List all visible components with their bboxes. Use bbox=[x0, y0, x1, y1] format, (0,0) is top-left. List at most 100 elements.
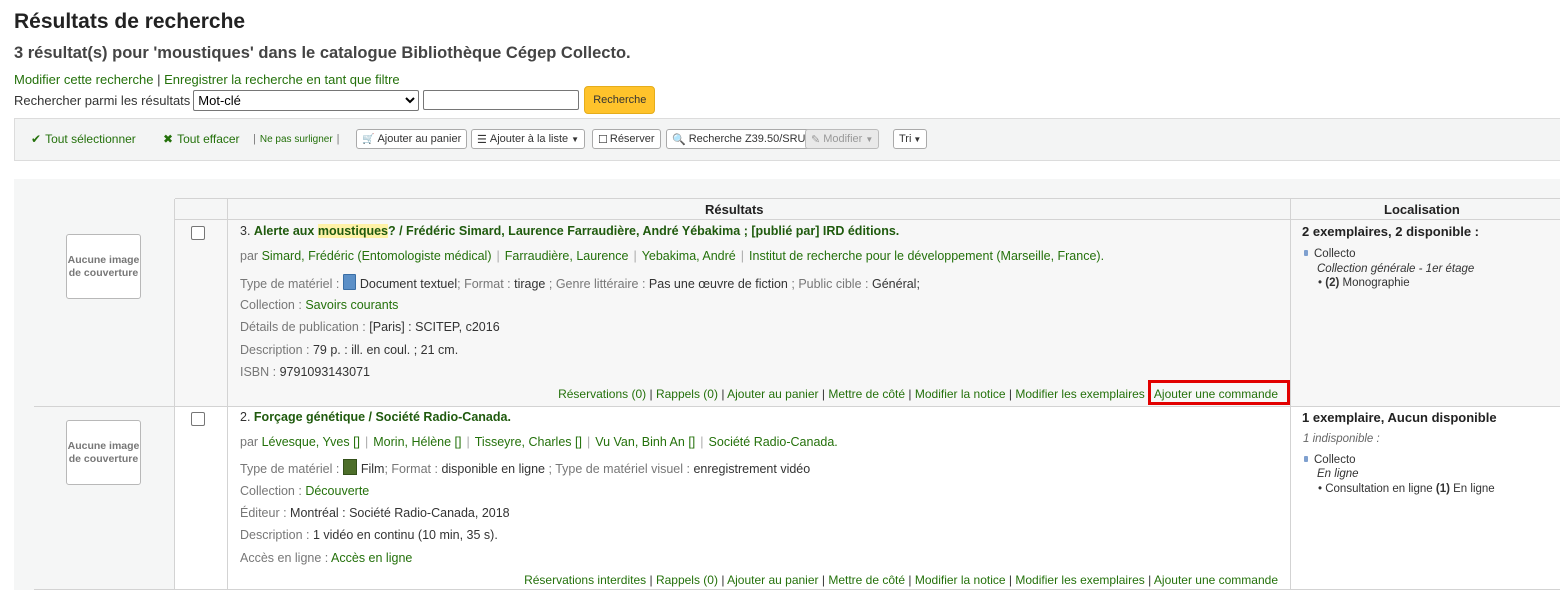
holds-link[interactable]: Réservations (0) bbox=[558, 387, 646, 401]
material-value: Document textuel bbox=[359, 277, 458, 291]
by-label: par bbox=[240, 435, 259, 449]
collection-label: Collection : bbox=[240, 298, 302, 312]
select-record-checkbox[interactable] bbox=[191, 412, 205, 426]
separator: | bbox=[1148, 573, 1152, 587]
item-status: En ligne bbox=[1453, 483, 1495, 495]
select-record-checkbox[interactable] bbox=[191, 226, 205, 240]
publication-value: [Paris] : SCITEP, c2016 bbox=[369, 320, 500, 334]
online-access-link[interactable]: Accès en ligne bbox=[331, 551, 412, 565]
title-part: ? / Frédéric Simard, Laurence Farraudièr… bbox=[388, 224, 900, 238]
item-count: (1) bbox=[1435, 483, 1450, 495]
set-aside-link[interactable]: Mettre de côté bbox=[828, 387, 905, 401]
edit-record-link[interactable]: Modifier la notice bbox=[915, 573, 1006, 587]
sort-button[interactable]: Tri ▼ bbox=[893, 129, 928, 149]
author-link[interactable]: Société Radio-Canada. bbox=[709, 435, 838, 449]
search-button[interactable]: Recherche bbox=[584, 86, 656, 114]
column-header-results: Résultats bbox=[705, 202, 764, 217]
add-to-cart-label: Ajouter au panier bbox=[377, 133, 462, 145]
material-line: Type de matériel : Document textuel; For… bbox=[240, 274, 920, 291]
location-item-type: • (2) Monographie bbox=[1318, 277, 1410, 289]
reserve-button[interactable]: ☐ Réserver bbox=[592, 129, 661, 149]
add-to-list-label: Ajouter à la liste bbox=[489, 133, 569, 145]
set-aside-link[interactable]: Mettre de côté bbox=[828, 573, 905, 587]
collection-link[interactable]: Découverte bbox=[305, 484, 369, 498]
format-value: disponible en ligne bbox=[441, 462, 545, 476]
record-title-line: 2. Forçage génétique / Société Radio-Can… bbox=[240, 410, 511, 424]
description-value: 1 vidéo en continu (10 min, 35 s). bbox=[312, 528, 498, 542]
holds-link[interactable]: Réservations interdites bbox=[524, 573, 646, 587]
square-icon: ☐ bbox=[598, 133, 608, 146]
recalls-link[interactable]: Rappels (0) bbox=[656, 387, 718, 401]
add-to-list-button[interactable]: ☰ Ajouter à la liste ▼ bbox=[471, 129, 586, 149]
modify-search-link[interactable]: Modifier cette recherche bbox=[14, 72, 153, 87]
title-highlight: moustiques bbox=[317, 224, 388, 238]
description-line: Description : 79 p. : ill. en coul. ; 21… bbox=[240, 343, 458, 357]
author-link[interactable]: Institut de recherche pour le développem… bbox=[749, 249, 1104, 263]
no-highlight-link[interactable]: Ne pas surligner bbox=[260, 134, 333, 145]
collection-line: Collection : Découverte bbox=[240, 484, 369, 498]
separator: | bbox=[649, 573, 653, 587]
add-to-cart-button[interactable]: 🛒 Ajouter au panier bbox=[356, 129, 468, 149]
material-label: Type de matériel : bbox=[240, 462, 340, 476]
author-link[interactable]: Morin, Hélène [] bbox=[373, 435, 461, 449]
save-filter-link[interactable]: Enregistrer la recherche en tant que fil… bbox=[164, 72, 400, 87]
index-select[interactable]: Mot-clé bbox=[193, 89, 420, 111]
online-access-label: Accès en ligne : bbox=[240, 551, 329, 565]
z3950-search-button[interactable]: 🔍 Recherche Z39.50/SRU bbox=[666, 129, 812, 149]
z3950-label: Recherche Z39.50/SRU bbox=[688, 133, 806, 145]
edit-record-link[interactable]: Modifier la notice bbox=[915, 387, 1006, 401]
cart-icon: 🛒 bbox=[362, 133, 375, 145]
publisher-value: Montréal : Société Radio-Canada, 2018 bbox=[290, 506, 510, 520]
search-links: Modifier cette recherche | Enregistrer l… bbox=[14, 72, 400, 87]
caret-down-icon: ▼ bbox=[571, 134, 580, 144]
record-title-line: 3. Alerte aux moustiques? / Frédéric Sim… bbox=[240, 224, 899, 238]
location-item-type: • Consultation en ligne (1) En ligne bbox=[1318, 483, 1495, 495]
author-link[interactable]: Farraudière, Laurence bbox=[505, 249, 629, 263]
search-icon: 🔍 bbox=[672, 133, 686, 146]
separator: | bbox=[740, 249, 745, 263]
record-actions: Réservations interdites | Rappels (0) | … bbox=[524, 573, 1278, 587]
online-access-line: Accès en ligne : Accès en ligne bbox=[240, 551, 412, 565]
separator: | bbox=[649, 387, 653, 401]
availability-summary: 1 exemplaire, Aucun disponible bbox=[1302, 410, 1497, 425]
separator: | bbox=[700, 435, 704, 449]
author-link[interactable]: Lévesque, Yves [] bbox=[262, 435, 360, 449]
location-shelf: Collection générale - 1er étage bbox=[1317, 263, 1475, 275]
caret-down-icon: ▼ bbox=[865, 134, 874, 144]
availability-summary: 2 exemplaires, 2 disponible : bbox=[1302, 224, 1479, 239]
record-title-link[interactable]: Forçage génétique / Société Radio-Canada… bbox=[254, 410, 511, 424]
record-number: 3. bbox=[240, 224, 251, 238]
description-label: Description : bbox=[240, 528, 310, 542]
separator: | bbox=[1008, 387, 1013, 401]
results-toolbar: ✔ Tout sélectionner ✖ Tout effacer | Ne … bbox=[14, 118, 1560, 161]
select-all-button[interactable]: ✔ Tout sélectionner bbox=[31, 129, 136, 149]
edit-items-link[interactable]: Modifier les exemplaires bbox=[1015, 387, 1144, 401]
record-title-link[interactable]: Alerte aux moustiques? / Frédéric Simard… bbox=[254, 224, 899, 238]
edit-items-link[interactable]: Modifier les exemplaires bbox=[1015, 573, 1144, 587]
add-to-cart-link[interactable]: Ajouter au panier bbox=[727, 573, 818, 587]
unavailable-count: 1 indisponible : bbox=[1303, 433, 1380, 445]
separator: | bbox=[821, 387, 825, 401]
publisher-label: Éditeur : bbox=[240, 506, 287, 520]
modify-button[interactable]: ✎ Modifier ▼ bbox=[805, 129, 880, 149]
collection-link[interactable]: Savoirs courants bbox=[305, 298, 398, 312]
page-title: Résultats de recherche bbox=[14, 10, 246, 33]
authors-line: par Lévesque, Yves [] | Morin, Hélène [] | T… bbox=[240, 435, 838, 449]
author-link[interactable]: Yebakima, André bbox=[642, 249, 736, 263]
x-icon: ✖ bbox=[163, 132, 174, 146]
highlight-box bbox=[1148, 380, 1290, 405]
sort-label: Tri bbox=[899, 133, 912, 145]
add-order-link[interactable]: Ajouter une commande bbox=[1154, 573, 1278, 587]
add-to-cart-link[interactable]: Ajouter au panier bbox=[727, 387, 818, 401]
refine-search-input[interactable] bbox=[423, 90, 580, 110]
author-link[interactable]: Vu Van, Binh An [] bbox=[595, 435, 695, 449]
by-label: par bbox=[240, 249, 259, 263]
row-divider bbox=[34, 406, 1560, 407]
author-link[interactable]: Simard, Frédéric (Entomologiste médical) bbox=[262, 249, 492, 263]
clear-all-button[interactable]: ✖ Tout effacer bbox=[163, 129, 240, 149]
recalls-link[interactable]: Rappels (0) bbox=[656, 573, 718, 587]
location-shelf: En ligne bbox=[1317, 468, 1359, 480]
col-divider bbox=[227, 199, 228, 590]
author-link[interactable]: Tisseyre, Charles [] bbox=[475, 435, 582, 449]
location-library: Collecto bbox=[1304, 454, 1356, 466]
